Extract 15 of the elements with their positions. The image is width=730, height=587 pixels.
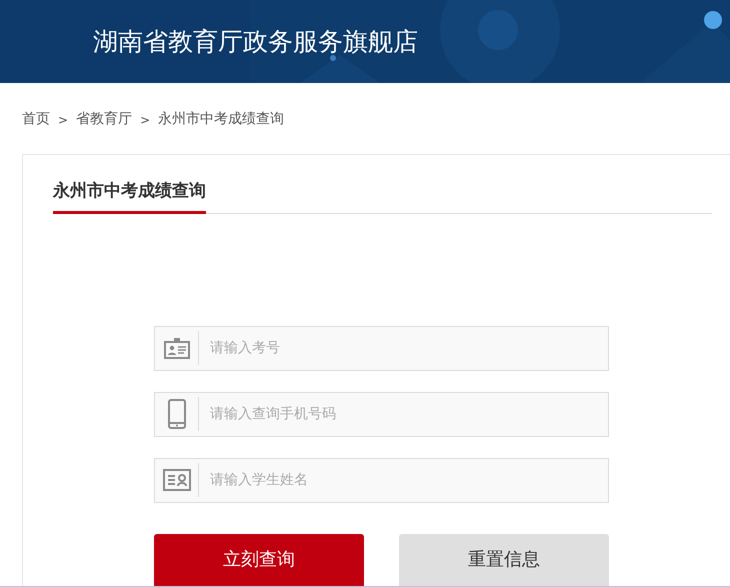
panel-title: 永州市中考成绩查询 bbox=[53, 179, 206, 214]
breadcrumb-link[interactable]: 永州市中考成绩查询 bbox=[158, 109, 284, 130]
input-field[interactable]: 请输入查询手机号码 bbox=[154, 392, 609, 436]
breadcrumb-link[interactable]: 省教育厅 bbox=[76, 109, 132, 130]
breadcrumb-separator: > bbox=[58, 112, 68, 128]
breadcrumb-link[interactable]: 首页 bbox=[22, 109, 50, 130]
header-title: 湖南省教育厅政务服务旗舰店 bbox=[93, 26, 418, 58]
breadcrumb-separator: > bbox=[140, 112, 150, 128]
reset-button[interactable]: 重置信息 bbox=[399, 534, 609, 586]
input-field[interactable]: 请输入学生姓名 bbox=[154, 458, 609, 502]
id-card-icon bbox=[162, 468, 190, 490]
input-field[interactable]: 请输入考号 bbox=[154, 326, 609, 370]
id-badge-icon bbox=[164, 336, 190, 358]
query-button[interactable]: 立刻查询 bbox=[154, 534, 364, 586]
phone-icon bbox=[168, 398, 186, 428]
